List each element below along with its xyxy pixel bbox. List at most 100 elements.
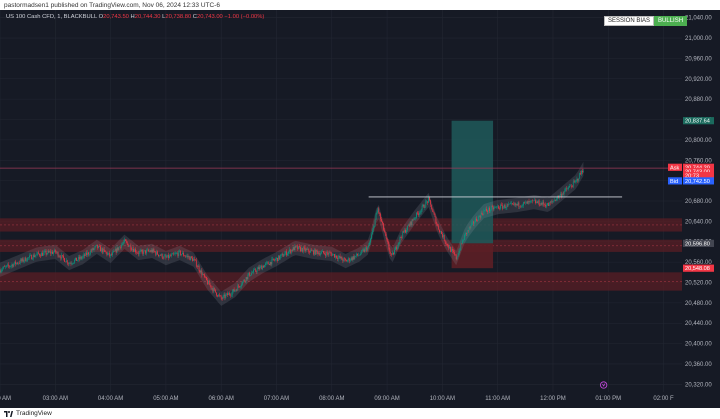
candle-body [431,209,433,212]
candle-body [458,250,460,255]
candle-body [413,219,415,221]
candle-body [190,256,192,261]
candle-body [54,249,55,253]
candle-body [465,232,467,234]
candle-body [61,255,63,259]
candle-body [570,185,571,187]
candle-body [522,205,523,207]
candle-body [19,259,21,264]
candle-body [239,286,240,287]
candle-body [329,252,331,254]
candle-body [64,258,65,262]
candle-body [500,204,501,209]
candle-body [434,214,436,217]
candle-body [238,285,240,287]
candle-body [183,252,184,256]
candle-body [257,267,259,269]
candle-body [380,213,381,220]
symbol-legend[interactable]: US 100 Cash CFD, 1, BLACKBULL O20,743.50… [6,14,264,20]
candle-body [32,254,34,259]
candle-body [488,207,489,212]
candle-body [214,288,216,290]
candle-body [313,250,314,255]
candle-body [577,178,579,181]
candle-body [85,252,87,256]
candle-body [211,288,213,289]
candle-body [260,265,262,267]
candle-body [512,203,514,205]
candle-body [420,209,422,213]
candle-body [301,248,302,252]
price-chart[interactable]: 20,320.00 20,360.00 20,400.00 20,440.00 20,4… [0,0,720,419]
candle-body [288,251,289,254]
candle-body [188,256,190,258]
footer[interactable]: TradingView [4,408,52,419]
candle-body [388,243,390,250]
position-tool[interactable] [451,120,494,269]
candle-body [430,204,432,210]
candle-body [425,201,427,208]
candle-body [191,256,193,258]
candle-body [519,206,521,207]
candle-body [123,242,124,244]
candle-body [515,204,517,206]
candle-body [104,250,106,252]
candle-body [280,254,282,256]
candle-body [65,261,66,263]
candle-body [446,243,448,245]
candle-body [359,255,360,256]
candle-body [200,270,202,273]
candle-body [160,253,162,256]
candle-body [348,258,350,262]
price-tag-stop-text: 20,548.08 [685,266,710,272]
candle-body [100,246,101,252]
candle-body [242,279,244,282]
candle-body [366,247,368,251]
candle-body [340,256,342,259]
candle-body [84,254,86,256]
candle-body [349,260,351,262]
candle-body [479,216,481,218]
candle-body [120,246,122,248]
candle-body [567,189,569,190]
candle-body [182,252,183,255]
candle-body [241,284,242,287]
candle-body [74,259,76,263]
candle-body [530,200,532,202]
event-marker-glyph [602,383,606,387]
candle-body [547,203,548,206]
candle-body [219,295,221,297]
candle-body [546,205,547,207]
candle-body [330,252,332,254]
candle-body [450,246,452,252]
candle-body [542,201,544,205]
candle-body [332,254,334,256]
candle-body [146,250,147,254]
candle-body [444,240,446,243]
candle-body [40,255,41,257]
candle-body [121,244,123,248]
time-tick-label: 05:00 AM [153,396,178,402]
candle-body [196,266,198,268]
candle-body [197,266,199,267]
candle-body [401,237,403,238]
candle-body [398,242,400,244]
time-axis[interactable]: 2:00 AM 03:00 AM 04:00 AM 05:00 AM 06:00 AM 0… [0,396,674,402]
candle-body [259,266,261,270]
candle-body [494,207,496,208]
candle-body [217,295,218,297]
candle-body [35,254,37,256]
footer-brand: TradingView [16,410,52,417]
candle-body [290,249,292,253]
ohlc-high-value: 20,744.30 [134,14,161,20]
candle-body [201,270,203,276]
candle-body [218,294,220,296]
price-axis[interactable]: 20,320.00 20,360.00 20,400.00 20,440.00 20,4… [685,16,712,389]
candle-body [199,270,201,273]
candle-body [86,252,87,256]
candle-body [179,250,181,252]
candle-body [119,246,121,248]
candle-body [550,201,552,203]
candle-body [122,243,123,245]
candle-body [33,254,35,257]
